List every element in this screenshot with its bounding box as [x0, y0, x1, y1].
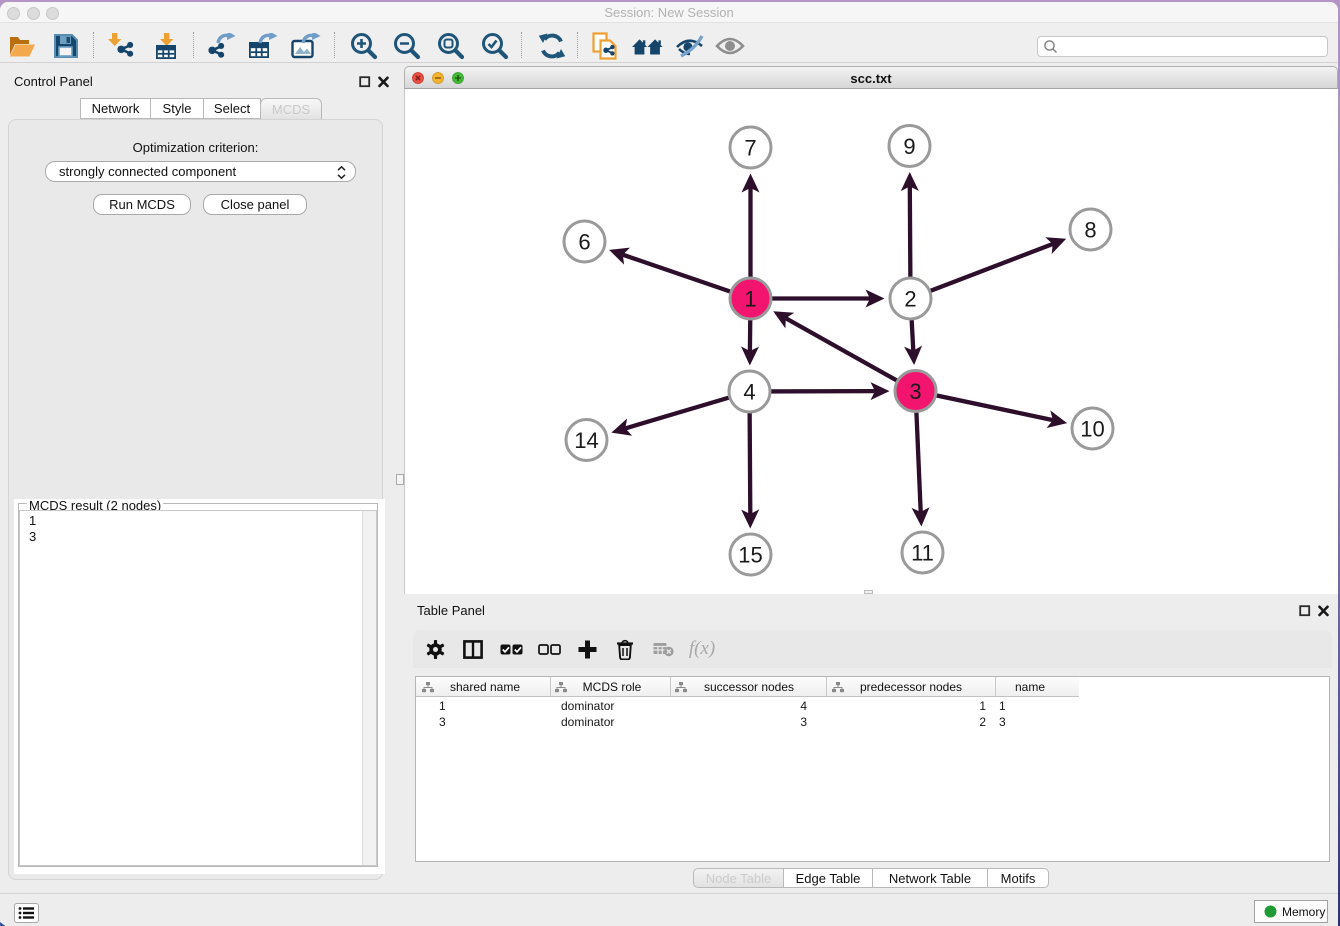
svg-text:11: 11: [911, 540, 934, 565]
svg-text:9: 9: [903, 134, 915, 159]
svg-text:4: 4: [743, 379, 755, 404]
svg-text:7: 7: [744, 135, 756, 160]
svg-text:10: 10: [1080, 416, 1104, 441]
svg-text:1: 1: [744, 286, 756, 311]
svg-text:6: 6: [578, 229, 590, 254]
svg-text:2: 2: [904, 286, 916, 311]
svg-text:14: 14: [574, 428, 598, 453]
svg-text:3: 3: [909, 379, 921, 404]
svg-text:8: 8: [1084, 217, 1096, 242]
svg-text:15: 15: [738, 542, 762, 567]
